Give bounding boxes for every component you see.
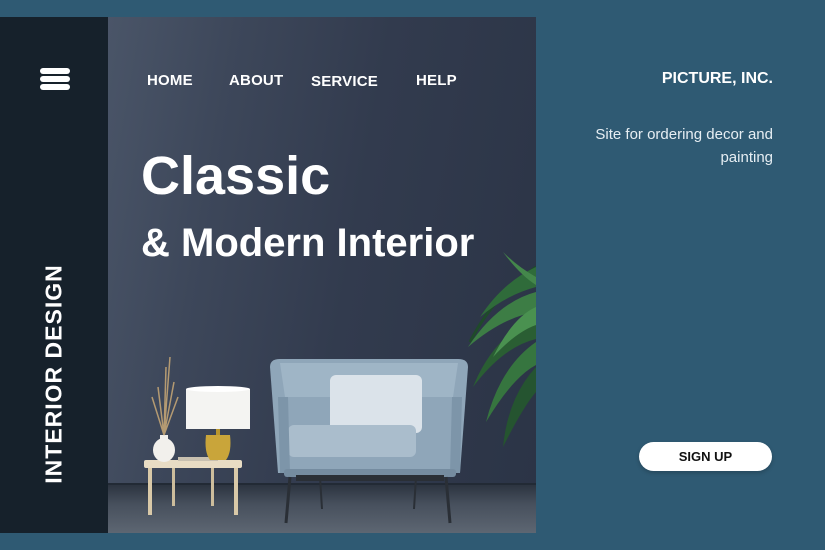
nav-help[interactable]: HELP xyxy=(416,72,457,89)
page-frame: INTERIOR DESIGN HOME ABOUT SERVICE HELP … xyxy=(0,17,825,533)
menu-bar xyxy=(40,68,70,74)
company-name: PICTURE, INC. xyxy=(661,70,773,87)
sign-up-button[interactable]: SIGN UP xyxy=(639,442,772,471)
interior-illustration xyxy=(144,252,536,524)
hamburger-menu-icon[interactable] xyxy=(40,68,70,90)
tagline: Site for ordering decor and painting xyxy=(595,126,773,166)
vase-with-branches xyxy=(151,356,179,462)
nav-service[interactable]: SERVICE xyxy=(311,73,378,90)
nav-home[interactable]: HOME xyxy=(147,72,193,89)
table-lamp xyxy=(186,386,250,460)
hero-headline-line2: & Modern Interior xyxy=(141,221,475,265)
armchair xyxy=(270,359,468,524)
palm-plant xyxy=(468,252,536,447)
hero-image-panel: HOME ABOUT SERVICE HELP Classic & Modern… xyxy=(108,17,536,533)
side-table xyxy=(144,457,242,515)
menu-bar xyxy=(40,84,70,90)
menu-bar xyxy=(40,76,70,82)
nav-about[interactable]: ABOUT xyxy=(229,72,283,89)
vertical-brand-title: INTERIOR DESIGN xyxy=(40,264,67,484)
hero-headline-line1: Classic xyxy=(141,146,331,206)
sidebar: INTERIOR DESIGN xyxy=(0,17,108,533)
